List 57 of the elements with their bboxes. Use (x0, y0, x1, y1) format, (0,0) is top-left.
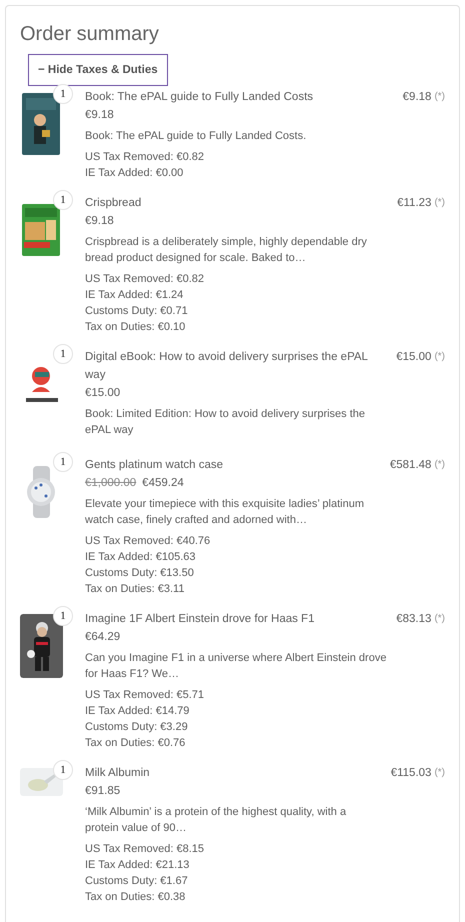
product-description: Crispbread is a deliberately simple, highly dependable dry bread product designed for scale. Baked to… (85, 235, 368, 266)
tax-line: US Tax Removed: €40.76 (85, 534, 212, 549)
tax-line: US Tax Removed: €5.71 (85, 688, 206, 703)
product-name: Book: The ePAL guide to Fully Landed Costs (85, 90, 314, 105)
line-total: €11.23 (397, 196, 432, 211)
product-description: Book: The ePAL guide to Fully Landed Costs. (85, 129, 308, 144)
unit-price: €9.18 (85, 214, 114, 229)
unit-price: €15.00 (85, 386, 120, 401)
line-total: €581.48 (390, 458, 432, 473)
product-name: Crispbread (85, 196, 142, 211)
tax-line: IE Tax Added: €105.63 (85, 550, 196, 565)
tax-line: US Tax Removed: €0.82 (85, 150, 206, 165)
product-description: Elevate your timepiece with this exquisite ladies’ platinum watch case, finely crafted and adorned with… (85, 497, 366, 528)
product-name: Milk Albumin (85, 766, 151, 781)
quantity-badge: 1 (53, 84, 73, 104)
tax-note: (*) (434, 90, 445, 104)
tax-line: Tax on Duties: €3.11 (85, 582, 186, 597)
tax-line: Customs Duty: €1.67 (85, 874, 189, 889)
line-total: €83.13 (396, 612, 432, 627)
product-name: Digital eBook: How to avoid delivery surprises the ePAL way (85, 350, 369, 383)
tax-note: (*) (434, 766, 445, 780)
quantity-badge: 1 (53, 606, 73, 626)
quantity-badge: 1 (53, 190, 73, 210)
unit-price: €91.85 (85, 784, 120, 799)
tax-line: US Tax Removed: €0.82 (85, 272, 206, 287)
tax-line: Tax on Duties: €0.38 (85, 890, 186, 905)
hide-taxes-button[interactable]: − Hide Taxes & Duties (28, 54, 168, 86)
tax-line: Customs Duty: €0.71 (85, 304, 189, 319)
product-description: Can you Imagine F1 in a universe where Albert Einstein drove for Haas F1? We… (85, 651, 388, 682)
product-name: Imagine 1F Albert Einstein drove for Haas F1 (85, 612, 316, 627)
tax-note: (*) (434, 458, 445, 472)
product-description: ‘Milk Albumin’ is a protein of the highest quality, with a protein value of 90… (85, 805, 348, 836)
tax-line: Tax on Duties: €0.10 (85, 320, 186, 335)
line-total: €115.03 (390, 766, 432, 781)
order-summary-title: Order summary (20, 22, 160, 47)
tax-note: (*) (434, 612, 445, 626)
product-name: Gents platinum watch case (85, 458, 224, 473)
original-price: €1,000.00 (85, 476, 136, 491)
tax-line: IE Tax Added: €21.13 (85, 858, 190, 873)
quantity-badge: 1 (53, 452, 73, 472)
tax-note: (*) (434, 350, 445, 364)
tax-line: US Tax Removed: €8.15 (85, 842, 206, 857)
tax-line: IE Tax Added: €1.24 (85, 288, 184, 303)
quantity-badge: 1 (53, 760, 73, 780)
tax-note: (*) (434, 196, 445, 210)
quantity-badge: 1 (53, 344, 73, 364)
unit-price: €64.29 (85, 630, 120, 645)
product-description: Book: Limited Edition: How to avoid delivery surprises the ePAL way (85, 407, 366, 438)
line-total: €15.00 (396, 350, 432, 365)
tax-line: Tax on Duties: €0.76 (85, 736, 186, 751)
unit-price: €9.18 (85, 108, 114, 123)
tax-line: IE Tax Added: €14.79 (85, 704, 190, 719)
tax-line: Customs Duty: €13.50 (85, 566, 195, 581)
tax-line: IE Tax Added: €0.00 (85, 166, 184, 181)
unit-price: €459.24 (142, 476, 184, 491)
line-total: €9.18 (402, 90, 432, 105)
tax-line: Customs Duty: €3.29 (85, 720, 189, 735)
